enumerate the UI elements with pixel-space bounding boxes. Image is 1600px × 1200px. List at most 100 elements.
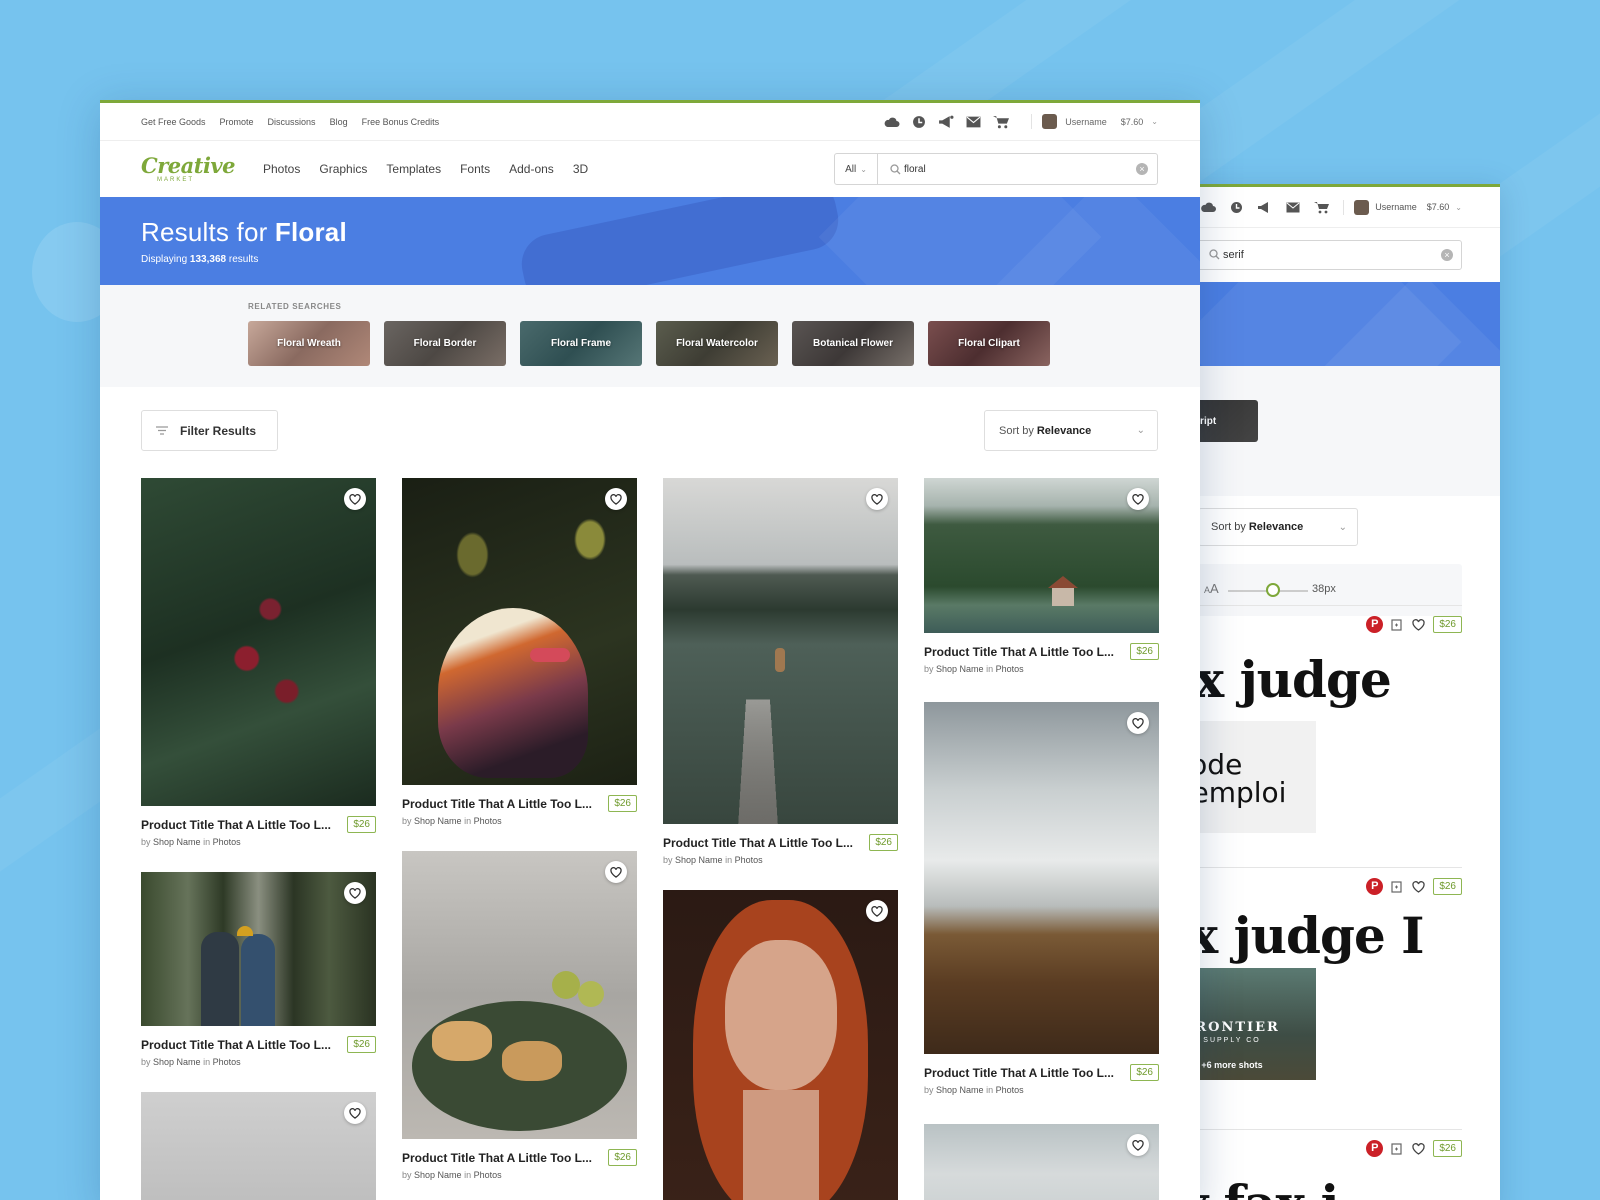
category-link[interactable]: Photos [474,816,502,826]
megaphone-icon[interactable] [1257,201,1272,214]
favorite-button[interactable] [605,488,627,510]
product-title[interactable]: Product Title That A Little Too L... [924,1066,1120,1080]
favorite-button[interactable] [1127,712,1149,734]
shop-link[interactable]: Shop Name [675,855,723,865]
filter-results-button[interactable]: Filter Results [141,410,278,451]
creative-market-logo[interactable]: Creative MARKET [141,155,236,184]
product-card[interactable]: Product Title That A Little Too L... by … [402,851,637,1185]
link-promote[interactable]: Promote [220,117,254,127]
product-card[interactable]: Product Title That A Little Too L... by … [924,702,1159,1100]
product-image[interactable] [663,478,898,824]
cart-icon[interactable] [1314,201,1330,214]
heart-icon[interactable] [1412,618,1425,631]
sort-select[interactable]: Sort by Relevance ⌄ [984,410,1158,451]
username: Username [1065,116,1107,127]
clear-search-icon[interactable]: × [1136,163,1148,175]
related-chip-floral-wreath[interactable]: Floral Wreath [248,321,370,366]
favorite-button[interactable] [344,1102,366,1124]
product-image[interactable] [924,702,1159,1054]
shop-link[interactable]: Shop Name [414,816,462,826]
related-chip-floral-clipart[interactable]: Floral Clipart [928,321,1050,366]
nav-graphics[interactable]: Graphics [319,162,367,176]
mail-icon[interactable] [966,116,981,128]
category-link[interactable]: Photos [474,1170,502,1180]
product-card[interactable] [663,890,898,1200]
favorite-button[interactable] [605,861,627,883]
favorite-button[interactable] [1127,488,1149,510]
search-input[interactable]: floral × [878,154,1157,184]
product-card[interactable]: Product Title That A Little Too L... by … [663,478,898,870]
favorite-button[interactable] [866,488,888,510]
related-chip-floral-watercolor[interactable]: Floral Watercolor [656,321,778,366]
product-image[interactable] [924,1124,1159,1200]
product-title[interactable]: Product Title That A Little Too L... [141,818,337,832]
account-menu[interactable]: Username $7.60 ⌄ [1031,114,1158,129]
clock-icon[interactable] [1230,201,1243,214]
search-scope-select[interactable]: All ⌄ [835,154,878,184]
back-account-menu[interactable]: Username $7.60 ⌄ [1343,199,1462,215]
product-image[interactable] [141,872,376,1026]
shop-link[interactable]: Shop Name [153,1057,201,1067]
nav-add-ons[interactable]: Add-ons [509,162,554,176]
link-blog[interactable]: Blog [330,117,348,127]
category-link[interactable]: Photos [213,1057,241,1067]
product-title[interactable]: Product Title That A Little Too L... [663,836,859,850]
collection-icon[interactable] [1391,1142,1404,1155]
related-chip-botanical-flower[interactable]: Botanical Flower [792,321,914,366]
product-title[interactable]: Product Title That A Little Too L... [924,645,1120,659]
favorite-button[interactable] [344,488,366,510]
product-title[interactable]: Product Title That A Little Too L... [141,1038,337,1052]
product-image[interactable] [141,478,376,806]
results-term: Floral [274,217,347,247]
heart-icon[interactable] [1412,1142,1425,1155]
product-card[interactable] [141,1092,376,1200]
related-chip-floral-frame[interactable]: Floral Frame [520,321,642,366]
product-card[interactable]: Product Title That A Little Too L... by … [141,478,376,852]
product-image[interactable] [141,1092,376,1200]
product-card[interactable]: Product Title That A Little Too L... by … [924,478,1159,679]
nav-templates[interactable]: Templates [386,162,441,176]
product-title[interactable]: Product Title That A Little Too L... [402,797,598,811]
back-sort-select[interactable]: Sort by Relevance ⌄ [1198,508,1358,546]
category-link[interactable]: Photos [996,1085,1024,1095]
favorite-button[interactable] [1127,1134,1149,1156]
shop-link[interactable]: Shop Name [936,1085,984,1095]
related-chip-floral-border[interactable]: Floral Border [384,321,506,366]
mail-icon[interactable] [1286,202,1300,213]
clear-search-icon[interactable]: × [1441,249,1453,261]
link-discussions[interactable]: Discussions [268,117,316,127]
favorite-button[interactable] [866,900,888,922]
shop-link[interactable]: Shop Name [414,1170,462,1180]
pinterest-icon[interactable]: P [1366,1140,1384,1157]
nav-photos[interactable]: Photos [263,162,300,176]
category-link[interactable]: Photos [213,837,241,847]
category-link[interactable]: Photos [735,855,763,865]
size-slider-handle[interactable] [1266,583,1280,597]
cart-icon[interactable] [993,115,1010,129]
pinterest-icon[interactable]: P [1366,878,1384,895]
cloud-icon[interactable] [883,116,900,128]
shop-link[interactable]: Shop Name [936,664,984,674]
product-image[interactable] [402,478,637,785]
collection-icon[interactable] [1391,618,1404,631]
nav-fonts[interactable]: Fonts [460,162,490,176]
product-image[interactable] [924,478,1159,633]
product-card[interactable]: Product Title That A Little Too L... by … [402,478,637,831]
shop-link[interactable]: Shop Name [153,837,201,847]
product-title[interactable]: Product Title That A Little Too L... [402,1151,598,1165]
favorite-button[interactable] [344,882,366,904]
clock-icon[interactable] [912,115,926,129]
megaphone-icon[interactable] [938,115,954,129]
collection-icon[interactable] [1391,880,1404,893]
heart-icon[interactable] [1412,880,1425,893]
product-card[interactable]: Product Title That A Little Too L... by … [141,872,376,1072]
link-free-bonus-credits[interactable]: Free Bonus Credits [362,117,440,127]
product-image[interactable] [663,890,898,1200]
category-link[interactable]: Photos [996,664,1024,674]
product-card[interactable] [924,1124,1159,1200]
cloud-icon[interactable] [1200,201,1217,213]
product-image[interactable] [402,851,637,1139]
pinterest-icon[interactable]: P [1366,616,1384,633]
nav-3d[interactable]: 3D [573,162,588,176]
link-get-free-goods[interactable]: Get Free Goods [141,117,206,127]
